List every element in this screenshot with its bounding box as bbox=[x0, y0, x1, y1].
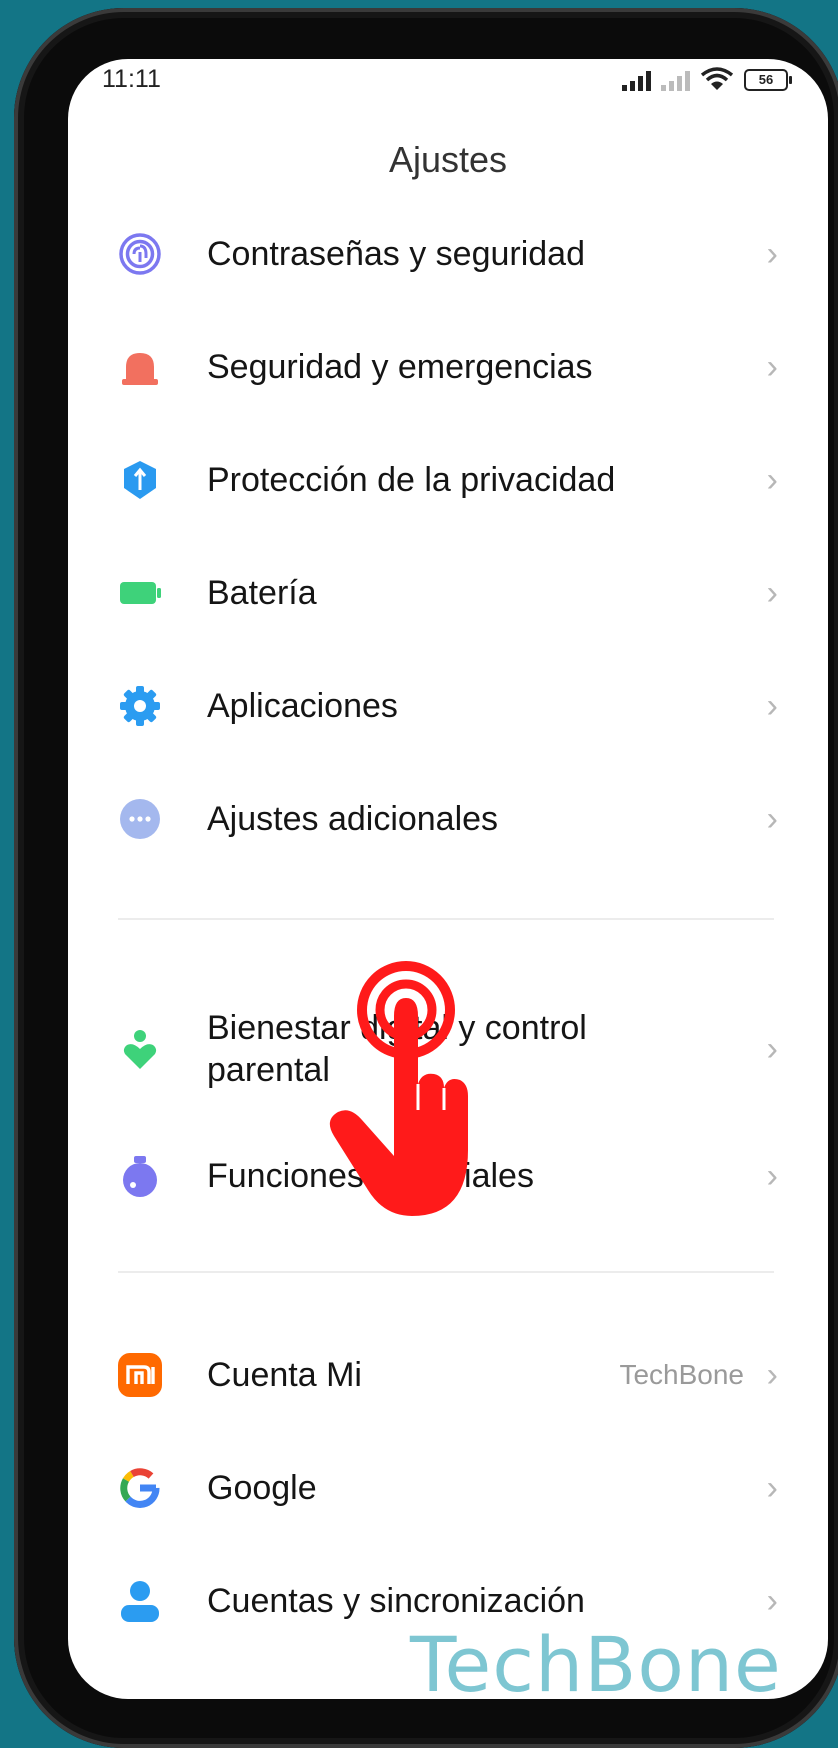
settings-item-label: Protección de la privacidad bbox=[207, 461, 616, 499]
settings-item-apps[interactable]: Aplicaciones › bbox=[68, 661, 828, 751]
settings-item-privacy[interactable]: Protección de la privacidad › bbox=[68, 435, 828, 525]
battery-icon bbox=[118, 571, 162, 615]
status-time: 11:11 bbox=[102, 65, 161, 93]
settings-item-label: Google bbox=[207, 1469, 317, 1507]
settings-item-passwords[interactable]: Contraseñas y seguridad › bbox=[68, 209, 828, 299]
status-icons: 56 bbox=[622, 67, 792, 91]
section-divider bbox=[118, 918, 774, 920]
gear-icon bbox=[118, 684, 162, 728]
wellbeing-icon bbox=[118, 1027, 162, 1071]
chevron-right-icon: › bbox=[766, 686, 778, 725]
wifi-icon bbox=[700, 67, 734, 90]
settings-item-label: Contraseñas y seguridad bbox=[207, 235, 586, 273]
person-icon bbox=[118, 1579, 162, 1623]
chevron-right-icon: › bbox=[766, 573, 778, 612]
status-bar: 11:11 56 bbox=[68, 59, 828, 99]
settings-item-google[interactable]: Google › bbox=[68, 1443, 828, 1533]
fingerprint-icon bbox=[118, 232, 162, 276]
settings-item-label: Batería bbox=[207, 574, 317, 612]
settings-item-label: Seguridad y emergencias bbox=[207, 348, 593, 386]
settings-item-label: Ajustes adicionales bbox=[207, 800, 499, 838]
google-icon bbox=[118, 1466, 162, 1510]
settings-item-label: Cuenta Mi bbox=[207, 1356, 362, 1394]
section-divider bbox=[118, 1271, 774, 1273]
signal-icon bbox=[622, 69, 651, 91]
tap-hand-icon bbox=[329, 961, 468, 1216]
settings-item-label: Aplicaciones bbox=[207, 687, 398, 725]
signal-2-icon bbox=[661, 69, 690, 91]
more-icon bbox=[118, 797, 162, 841]
chevron-right-icon: › bbox=[766, 799, 778, 838]
mi-icon bbox=[118, 1353, 162, 1397]
siren-icon bbox=[118, 345, 162, 389]
chevron-right-icon: › bbox=[766, 1029, 778, 1068]
flask-icon bbox=[118, 1154, 162, 1198]
chevron-right-icon: › bbox=[766, 1156, 778, 1195]
chevron-right-icon: › bbox=[766, 1468, 778, 1507]
page-title: Ajustes bbox=[388, 139, 508, 180]
privacy-shield-icon bbox=[118, 458, 162, 502]
battery-status-icon: 56 bbox=[744, 69, 792, 91]
chevron-right-icon: › bbox=[766, 347, 778, 386]
settings-item-emergency[interactable]: Seguridad y emergencias › bbox=[68, 322, 828, 412]
screen: 11:11 56 Ajustes Contraseñas y seguridad… bbox=[68, 59, 828, 1699]
phone-frame: 11:11 56 Ajustes Contraseñas y seguridad… bbox=[14, 8, 838, 1748]
chevron-right-icon: › bbox=[766, 234, 778, 273]
chevron-right-icon: › bbox=[766, 1581, 778, 1620]
settings-item-label: Cuentas y sincronización bbox=[207, 1582, 585, 1620]
chevron-right-icon: › bbox=[766, 460, 778, 499]
watermark: TechBone bbox=[410, 1620, 782, 1709]
settings-item-battery[interactable]: Batería › bbox=[68, 548, 828, 638]
chevron-right-icon: › bbox=[766, 1355, 778, 1394]
settings-item-mi-account[interactable]: Cuenta Mi TechBone › bbox=[68, 1330, 828, 1420]
mi-account-value: TechBone bbox=[619, 1359, 744, 1390]
settings-item-additional[interactable]: Ajustes adicionales › bbox=[68, 774, 828, 864]
